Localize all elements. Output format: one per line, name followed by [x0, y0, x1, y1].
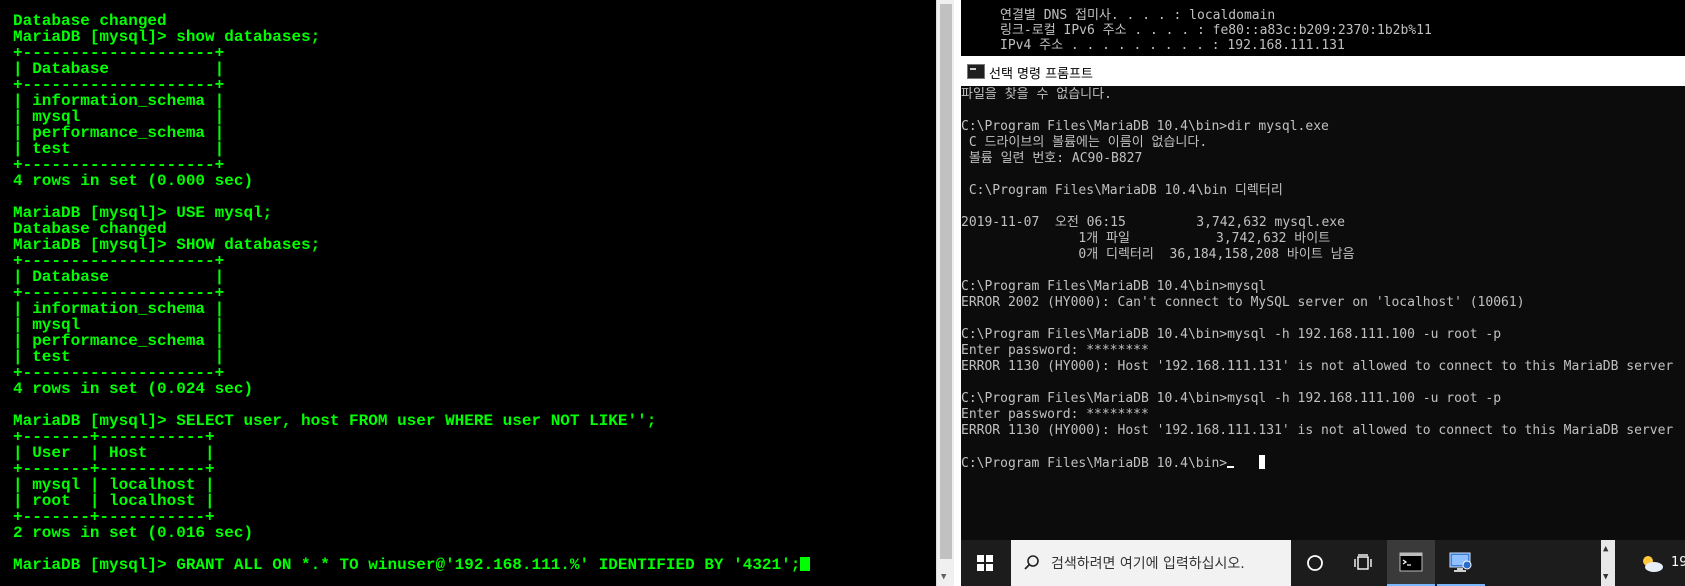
terminal-line: | mysql | localhost | [13, 476, 215, 494]
cmd-line: 2019-11-07 오전 06:15 3,742,632 mysql.exe [961, 215, 1345, 230]
cmd-line: C:\Program Files\MariaDB 10.4\bin 디렉터리 [961, 183, 1283, 198]
chevron-up-icon[interactable]: ▲ [1603, 544, 1608, 554]
cmd-line: C:\Program Files\MariaDB 10.4\bin>mysql … [961, 391, 1502, 406]
remote-desktop-icon [1449, 552, 1472, 572]
cmd-line: 파일을 찾을 수 없습니다. [961, 87, 1112, 102]
terminal-output: Database changed MariaDB [mysql]> show da… [13, 12, 811, 574]
cmd-line: 볼륨 일련 번호: AC90-B827 [961, 151, 1143, 166]
terminal-line: MariaDB [mysql]> SHOW databases; [13, 236, 321, 254]
command-prompt-icon [1399, 552, 1423, 572]
search-icon [1024, 555, 1039, 570]
cmd-line: Enter password: ******** [961, 407, 1149, 422]
cmd-line [961, 167, 1673, 183]
terminal-line: | test | [13, 348, 225, 366]
terminal-line: MariaDB [mysql]> show databases; [13, 28, 321, 46]
cortana-button[interactable] [1291, 540, 1339, 586]
start-button[interactable] [961, 540, 1009, 586]
terminal-scrollbar[interactable]: ▼ [936, 0, 955, 586]
cmd-taskbar-button[interactable] [1387, 540, 1435, 586]
terminal-line: 2 rows in set (0.016 sec) [13, 524, 254, 542]
scrollbar-thumb[interactable] [940, 4, 952, 559]
cmd-icon [967, 64, 985, 79]
cortana-icon [1307, 555, 1323, 571]
cmd-line: ERROR 2002 (HY000): Can't connect to MyS… [961, 295, 1525, 310]
mariadb-terminal[interactable]: Database changed MariaDB [mysql]> show da… [0, 0, 936, 586]
cmd-line: Enter password: ******** [961, 343, 1149, 358]
tray-temperature: 19 [1671, 555, 1685, 570]
terminal-line: MariaDB [mysql]> USE mysql; [13, 204, 273, 222]
taskbar-search[interactable]: 검색하려면 여기에 입력하십시오. [1011, 540, 1291, 586]
terminal-line: +--------------------+ [13, 44, 225, 62]
cmd-line: 0개 디렉터리 36,184,158,208 바이트 남음 [961, 247, 1355, 262]
terminal-line: | performance_schema | [13, 124, 225, 142]
cmd-line [961, 375, 1673, 391]
terminal-line: +--------------------+ [13, 252, 225, 270]
underline-cursor [1227, 466, 1235, 468]
terminal-line: | test | [13, 140, 225, 158]
terminal-line: +--------------------+ [13, 284, 225, 302]
terminal-line: MariaDB [mysql]> SELECT user, host FROM … [13, 412, 657, 430]
terminal-line: | Database | [13, 60, 225, 78]
tray-scroller[interactable]: ▲ ▼ [1601, 540, 1615, 586]
cmd-line: C:\Program Files\MariaDB 10.4\bin>mysql … [961, 327, 1502, 342]
cmd-line: C:\Program Files\MariaDB 10.4\bin>mysql [961, 279, 1267, 294]
terminal-line: | mysql | [13, 108, 225, 126]
terminal-line: Database changed [13, 12, 167, 30]
cmd-line [961, 199, 1673, 215]
task-view-button[interactable] [1339, 540, 1387, 586]
terminal-line: | User | Host | [13, 444, 215, 462]
bg-console-line: 연결별 DNS 접미사. . . . : localdomain [1000, 8, 1276, 23]
cmd-line: C 드라이브의 볼륨에는 이름이 없습니다. [961, 135, 1208, 150]
cmd-line [961, 263, 1673, 279]
block-cursor [1259, 455, 1266, 469]
terminal-line: 4 rows in set (0.024 sec) [13, 380, 254, 398]
window-divider [954, 0, 961, 586]
windows-icon [977, 555, 993, 571]
cmd-line [961, 311, 1673, 327]
terminal-line: | information_schema | [13, 300, 225, 318]
cmd-line: ERROR 1130 (HY000): Host '192.168.111.13… [961, 359, 1674, 374]
cmd-line [961, 439, 1673, 455]
terminal-line: +-------+-----------+ [13, 428, 215, 446]
cmd-line [961, 103, 1673, 119]
remote-desktop-taskbar-button[interactable] [1437, 540, 1485, 586]
cmd-console[interactable]: 파일을 찾을 수 없습니다. C:\Program Files\MariaDB 1… [961, 86, 1685, 540]
terminal-line: Database changed [13, 220, 167, 238]
cmd-line: 1개 파일 3,742,632 바이트 [961, 231, 1331, 246]
taskbar: 검색하려면 여기에 입력하십시오. ▲ ▼ 19 [961, 540, 1685, 586]
terminal-line: +--------------------+ [13, 156, 225, 174]
terminal-prompt-line[interactable]: MariaDB [mysql]> GRANT ALL ON *.* TO win… [13, 556, 811, 574]
terminal-line: | Database | [13, 268, 225, 286]
search-placeholder: 검색하려면 여기에 입력하십시오. [1051, 556, 1245, 572]
scroll-down-icon[interactable]: ▼ [941, 572, 946, 582]
cmd-prompt-line[interactable]: C:\Program Files\MariaDB 10.4\bin> [961, 455, 1673, 471]
terminal-line: | mysql | [13, 316, 225, 334]
cmd-prompt-text: C:\Program Files\MariaDB 10.4\bin> [961, 456, 1228, 471]
terminal-line: +--------------------+ [13, 76, 225, 94]
bg-console-line: IPv4 주소 . . . . . . . . . : 192.168.111.… [1000, 38, 1345, 53]
terminal-line: | information_schema | [13, 92, 225, 110]
chevron-down-icon[interactable]: ▼ [1603, 572, 1608, 582]
cmd-output: 파일을 찾을 수 없습니다. C:\Program Files\MariaDB 1… [961, 87, 1673, 471]
terminal-line: 4 rows in set (0.000 sec) [13, 172, 254, 190]
terminal-line: | performance_schema | [13, 332, 225, 350]
terminal-line: +-------+-----------+ [13, 460, 215, 478]
terminal-line: +--------------------+ [13, 364, 225, 382]
cmd-window-titlebar[interactable]: 선택 명령 프롬프트 [961, 56, 1685, 87]
cmd-line: C:\Program Files\MariaDB 10.4\bin>dir my… [961, 119, 1329, 134]
terminal-line: | root | localhost | [13, 492, 215, 510]
task-view-icon [1354, 554, 1372, 570]
terminal-line: +-------+-----------+ [13, 508, 215, 526]
cloud-sun-icon [1643, 556, 1663, 572]
window-title: 선택 명령 프롬프트 [989, 67, 1093, 82]
text-cursor [800, 557, 811, 571]
cmd-line: ERROR 1130 (HY000): Host '192.168.111.13… [961, 423, 1674, 438]
weather-icon[interactable] [1637, 540, 1667, 586]
terminal-command-text: MariaDB [mysql]> GRANT ALL ON *.* TO win… [13, 556, 801, 574]
bg-console-line: 링크-로컬 IPv6 주소 . . . . : fe80::a83c:b209:… [1000, 23, 1432, 38]
